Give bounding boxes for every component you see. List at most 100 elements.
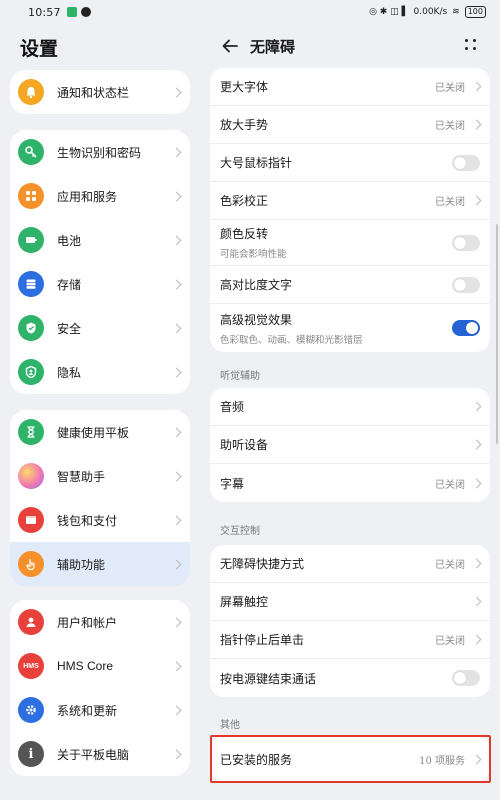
chevron-right-icon <box>171 471 182 481</box>
chevron-right-icon <box>171 515 182 525</box>
chevron-right-icon <box>171 749 182 759</box>
chevron-right-icon <box>471 596 482 607</box>
accessibility-panel: 无障碍 更大字体 已关闭 放大手势 已关闭 大号鼠标指针 色彩校正 已关闭 颜色… <box>200 24 500 800</box>
setting-audio[interactable]: 音频 <box>210 388 490 426</box>
setting-value: 已关闭 <box>435 560 465 571</box>
setting-label: 按电源键结束通话 <box>220 671 317 686</box>
setting-hearing-aids[interactable]: 助听设备 <box>210 426 490 464</box>
chevron-right-icon <box>171 661 182 671</box>
nav-item-label: 辅助功能 <box>57 557 106 572</box>
setting-installed-services[interactable]: 已安装的服务 10 项服务 <box>210 736 490 782</box>
setting-high-contrast-text: 高对比度文字 <box>210 266 490 304</box>
settings-nav-panel: 设置 通知和状态栏 生物识别和密码 应用和服务 电池 存储 安全 隐私 健康使用… <box>0 24 200 800</box>
chevron-right-icon <box>171 367 182 377</box>
nav-item-users[interactable]: 用户和帐户 <box>10 600 190 644</box>
chevron-right-icon <box>171 279 182 289</box>
wifi-icon: ≋ <box>452 7 460 17</box>
status-bar: 10:57 ◎ ✱ ◫ ▌ 0.00K/s ≋ 100 <box>0 0 500 24</box>
scrollbar[interactable] <box>496 224 498 444</box>
setting-label: 已安装的服务 <box>220 752 293 767</box>
setting-color-correction[interactable]: 色彩校正 已关闭 <box>210 182 490 220</box>
nav-item-security[interactable]: 安全 <box>10 306 190 350</box>
chevron-right-icon <box>171 147 182 157</box>
nav-item-storage[interactable]: 存储 <box>10 262 190 306</box>
info-icon: i <box>18 741 44 767</box>
panel-header: 无障碍 <box>200 24 500 68</box>
shield-icon <box>18 315 44 341</box>
nav-item-apps[interactable]: 应用和服务 <box>10 174 190 218</box>
setting-value: 10 项服务 <box>419 755 465 767</box>
nav-item-label: 用户和帐户 <box>57 615 118 630</box>
setting-value: 已关闭 <box>435 479 465 491</box>
setting-label: 大号鼠标指针 <box>220 156 293 170</box>
nav-item-notifications[interactable]: 通知和状态栏 <box>10 70 190 114</box>
power-ends-call-toggle[interactable] <box>452 670 480 686</box>
setting-label: 更大字体 <box>220 80 269 94</box>
advanced-visual-effects-toggle[interactable] <box>452 320 480 336</box>
hourglass-icon <box>18 419 44 445</box>
setting-value: 已关闭 <box>435 121 465 132</box>
chevron-right-icon <box>471 401 482 412</box>
setting-screen-touch[interactable]: 屏幕触控 <box>210 583 490 621</box>
chevron-right-icon <box>471 119 482 130</box>
nav-item-label: 隐私 <box>57 365 82 380</box>
nav-item-system[interactable]: 系统和更新 <box>10 688 190 732</box>
chevron-right-icon <box>171 617 182 627</box>
setting-value: 已关闭 <box>435 197 465 208</box>
high-contrast-toggle[interactable] <box>452 276 480 293</box>
setting-larger-font[interactable]: 更大字体 已关闭 <box>210 68 490 106</box>
setting-accessibility-shortcut[interactable]: 无障碍快捷方式 已关闭 <box>210 545 490 583</box>
chevron-right-icon <box>171 559 182 569</box>
setting-label: 颜色反转 <box>220 227 269 241</box>
back-arrow-icon[interactable] <box>220 36 240 56</box>
setting-description: 可能会影响性能 <box>220 249 287 260</box>
setting-magnification[interactable]: 放大手势 已关闭 <box>210 106 490 144</box>
section-other-label: 其他 <box>220 720 240 731</box>
chevron-right-icon <box>471 439 482 450</box>
network-speed: 0.00K/s <box>413 7 448 17</box>
setting-label: 高级视觉效果 <box>220 312 293 327</box>
setting-label: 助听设备 <box>220 438 269 452</box>
chevron-right-icon <box>471 634 482 645</box>
chevron-right-icon <box>471 558 482 569</box>
nav-item-about[interactable]: i 关于平板电脑 <box>10 732 190 776</box>
nav-group-4: 用户和帐户 HMS HMS Core 系统和更新 i 关于平板电脑 <box>10 600 190 776</box>
other-settings-card: 已安装的服务 10 项服务 <box>210 736 490 782</box>
nav-item-hms-core[interactable]: HMS HMS Core <box>10 644 190 688</box>
settings-title: 设置 <box>20 38 59 60</box>
nav-item-biometrics[interactable]: 生物识别和密码 <box>10 130 190 174</box>
setting-subtitles[interactable]: 字幕 已关闭 <box>210 464 490 502</box>
bell-icon <box>18 79 44 105</box>
more-options-icon[interactable] <box>465 39 477 51</box>
chevron-right-icon <box>171 705 182 715</box>
nav-item-wallet[interactable]: 钱包和支付 <box>10 498 190 542</box>
nav-item-label: 安全 <box>57 321 82 336</box>
setting-dwell-click[interactable]: 指针停止后单击 已关闭 <box>210 621 490 659</box>
interaction-settings-card: 无障碍快捷方式 已关闭 屏幕触控 指针停止后单击 已关闭 按电源键结束通话 <box>210 545 490 697</box>
chevron-right-icon <box>171 191 182 201</box>
nav-item-label: 智慧助手 <box>57 469 106 484</box>
color-inversion-toggle[interactable] <box>452 234 480 251</box>
section-hearing-label: 听觉辅助 <box>220 371 260 382</box>
nav-item-assistant[interactable]: 智慧助手 <box>10 454 190 498</box>
key-icon <box>18 139 44 165</box>
nav-item-label: 存储 <box>57 277 82 292</box>
nav-item-label: 通知和状态栏 <box>57 85 130 100</box>
chevron-right-icon <box>171 235 182 245</box>
nav-item-label: 关于平板电脑 <box>57 747 130 762</box>
large-pointer-toggle[interactable] <box>452 154 480 171</box>
battery-icon: 100 <box>464 6 486 18</box>
chevron-right-icon <box>471 195 482 206</box>
nav-item-label: 生物识别和密码 <box>57 145 142 160</box>
nav-item-privacy[interactable]: 隐私 <box>10 350 190 394</box>
setting-power-ends-call: 按电源键结束通话 <box>210 659 490 697</box>
nav-item-battery[interactable]: 电池 <box>10 218 190 262</box>
nav-item-accessibility[interactable]: 辅助功能 <box>10 542 190 586</box>
nav-item-digital-balance[interactable]: 健康使用平板 <box>10 410 190 454</box>
setting-advanced-visual-effects: 高级视觉效果 色彩取色、动画、模糊和光影错层 <box>210 304 490 352</box>
nav-item-label: 应用和服务 <box>57 189 118 204</box>
nav-item-label: 健康使用平板 <box>57 425 130 440</box>
chevron-right-icon <box>171 427 182 437</box>
nav-group-3: 健康使用平板 智慧助手 钱包和支付 辅助功能 <box>10 410 190 586</box>
nav-item-label: 钱包和支付 <box>57 513 118 528</box>
